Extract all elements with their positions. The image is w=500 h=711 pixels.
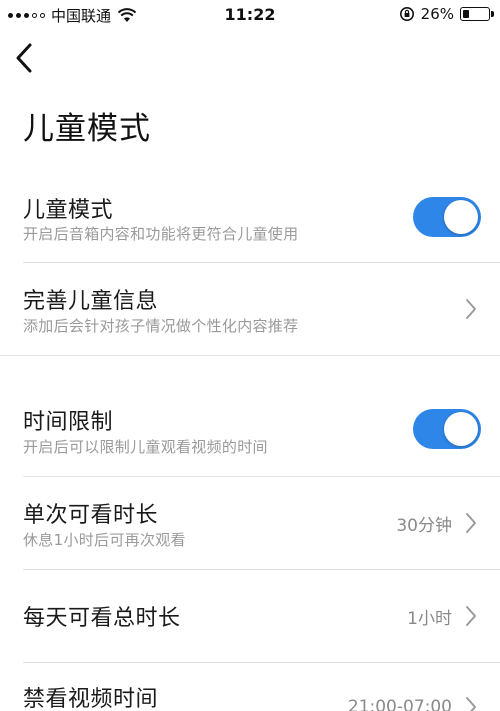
setting-row-time-limit[interactable]: 时间限制 开启后可以限制儿童观看视频的时间 xyxy=(0,390,500,476)
status-bar: 中国联通 11:22 26% xyxy=(0,0,500,30)
back-arrow-icon xyxy=(16,43,32,73)
setting-value: 1小时 xyxy=(407,609,452,629)
setting-subtitle: 添加后会针对孩子情况做个性化内容推荐 xyxy=(23,317,299,335)
battery-percent: 26% xyxy=(420,5,454,23)
divider xyxy=(0,355,500,356)
setting-title: 时间限制 xyxy=(23,410,114,435)
setting-row-child-mode[interactable]: 儿童模式 开启后音箱内容和功能将更符合儿童使用 xyxy=(0,180,500,262)
page-title: 儿童模式 xyxy=(23,111,151,147)
setting-subtitle: 开启后音箱内容和功能将更符合儿童使用 xyxy=(23,225,299,243)
setting-title: 每天可看总时长 xyxy=(23,606,181,631)
chevron-right-icon xyxy=(466,513,476,533)
setting-value: 21:00-07:00 xyxy=(347,697,452,711)
setting-title: 单次可看时长 xyxy=(23,503,159,528)
time-limit-toggle[interactable] xyxy=(413,409,481,449)
setting-row-daily-duration[interactable]: 每天可看总时长 1小时 xyxy=(0,570,500,662)
battery-icon xyxy=(460,7,494,21)
rotation-lock-icon xyxy=(399,7,414,21)
setting-title: 禁看视频时间 xyxy=(23,687,159,711)
chevron-right-icon xyxy=(466,299,476,319)
chevron-right-icon xyxy=(466,606,476,626)
setting-row-single-duration[interactable]: 单次可看时长 休息1小时后可再次观看 30分钟 xyxy=(0,477,500,569)
setting-subtitle: 开启后可以限制儿童观看视频的时间 xyxy=(23,438,268,456)
setting-row-blocked-time[interactable]: 禁看视频时间 21:00-07:00 xyxy=(0,663,500,711)
setting-title: 儿童模式 xyxy=(23,198,114,223)
setting-row-child-info[interactable]: 完善儿童信息 添加后会针对孩子情况做个性化内容推荐 xyxy=(0,263,500,355)
chevron-right-icon xyxy=(466,697,476,711)
back-button[interactable] xyxy=(10,40,38,76)
setting-value: 30分钟 xyxy=(396,516,452,536)
child-mode-toggle[interactable] xyxy=(413,197,481,237)
setting-title: 完善儿童信息 xyxy=(23,289,159,314)
battery-fill xyxy=(463,10,469,18)
setting-subtitle: 休息1小时后可再次观看 xyxy=(23,531,186,549)
status-right: 26% xyxy=(399,5,494,23)
screen: 中国联通 11:22 26% 儿童模式 儿童模式 开启后音箱内容和功能将更符合儿… xyxy=(0,0,500,711)
